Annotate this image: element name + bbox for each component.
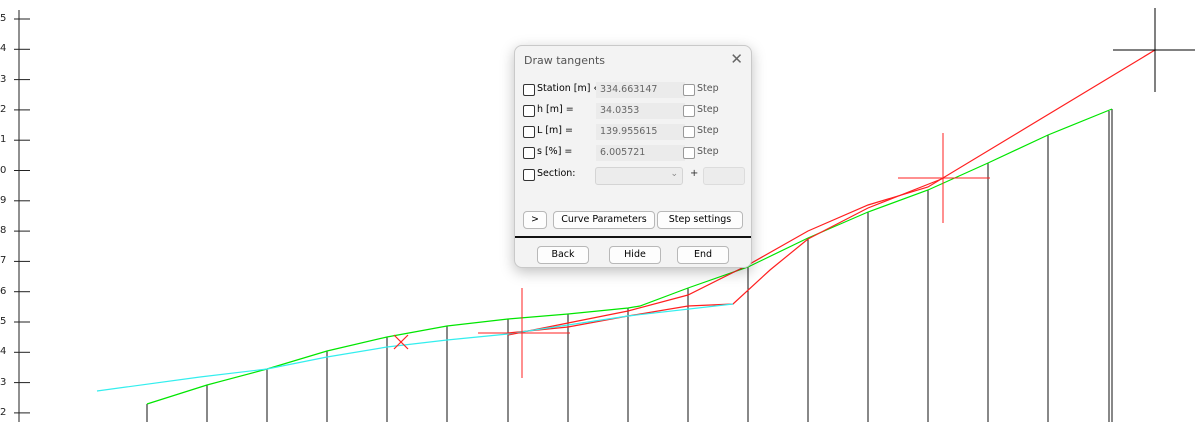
l-checkbox[interactable] xyxy=(523,126,535,138)
section-row: Section: ⌄ + xyxy=(523,167,745,185)
section-checkbox[interactable] xyxy=(523,169,535,181)
y-tick-label: 3 xyxy=(0,376,7,388)
station-row: Station [m] ‹ 334.663147 Step xyxy=(523,82,745,99)
y-tick-label: 3 xyxy=(0,73,7,85)
y-tick-label: 0 xyxy=(0,164,7,176)
s-label: s [%] = xyxy=(537,146,573,157)
black-crosshair-cursor xyxy=(1113,8,1195,92)
close-icon[interactable]: ✕ xyxy=(730,50,743,68)
s-row: s [%] = 6.005721 Step xyxy=(523,145,745,162)
y-tick-label: 4 xyxy=(0,43,7,55)
dialog-title: Draw tangents xyxy=(524,54,606,67)
h-field[interactable]: 34.0353 xyxy=(596,103,685,119)
s-field[interactable]: 6.005721 xyxy=(596,145,685,161)
s-step-label: Step xyxy=(697,146,719,157)
y-tick-label: 7 xyxy=(0,255,7,267)
y-tick-label: 2 xyxy=(0,103,7,115)
y-tick-label: 5 xyxy=(0,316,7,327)
dialog-separator xyxy=(515,236,751,238)
end-button[interactable]: End xyxy=(677,246,729,264)
step-settings-button[interactable]: Step settings xyxy=(657,211,743,229)
red-x-marker xyxy=(393,334,409,350)
hide-button[interactable]: Hide xyxy=(609,246,661,264)
chevron-down-icon: ⌄ xyxy=(670,169,678,179)
l-row: L [m] = 139.955615 Step xyxy=(523,124,745,141)
section-select[interactable]: ⌄ xyxy=(595,167,683,185)
h-label: h [m] = xyxy=(537,104,574,115)
h-step-label: Step xyxy=(697,104,719,115)
station-checkbox[interactable] xyxy=(523,84,535,96)
section-offset-input[interactable] xyxy=(703,167,745,185)
y-tick-label: 4 xyxy=(0,346,7,358)
section-label: Section: xyxy=(537,168,576,179)
l-label: L [m] = xyxy=(537,125,573,136)
l-step-label: Step xyxy=(697,125,719,136)
station-field[interactable]: 334.663147 xyxy=(596,82,685,98)
curve-parameters-button[interactable]: Curve Parameters xyxy=(553,211,655,229)
h-row: h [m] = 34.0353 Step xyxy=(523,103,745,120)
y-tick-label: 9 xyxy=(0,194,7,206)
y-tick-label: 8 xyxy=(0,225,7,237)
red-cross-marker-left xyxy=(478,288,570,378)
y-tick-label: 2 xyxy=(0,406,7,418)
station-step-checkbox[interactable] xyxy=(683,84,695,96)
red-cross-marker-right xyxy=(898,133,990,223)
profile-line-3 xyxy=(96,303,734,392)
h-checkbox[interactable] xyxy=(523,105,535,117)
y-tick-label: 6 xyxy=(0,285,7,297)
y-axis-ticks xyxy=(14,18,30,414)
y-tick-label: 5 xyxy=(0,13,7,24)
back-button[interactable]: Back xyxy=(537,246,589,264)
l-field[interactable]: 139.955615 xyxy=(596,124,685,140)
s-step-checkbox[interactable] xyxy=(683,147,695,159)
draw-tangents-dialog[interactable]: Draw tangents ✕ Station [m] ‹ 334.663147… xyxy=(514,45,752,268)
s-checkbox[interactable] xyxy=(523,147,535,159)
plus-label: + xyxy=(690,168,699,179)
l-step-checkbox[interactable] xyxy=(683,126,695,138)
station-step-label: Step xyxy=(697,83,719,94)
y-tick-label: 1 xyxy=(0,134,7,146)
expand-button[interactable]: > xyxy=(523,211,547,229)
station-label: Station [m] ‹ xyxy=(537,83,598,94)
h-step-checkbox[interactable] xyxy=(683,105,695,117)
